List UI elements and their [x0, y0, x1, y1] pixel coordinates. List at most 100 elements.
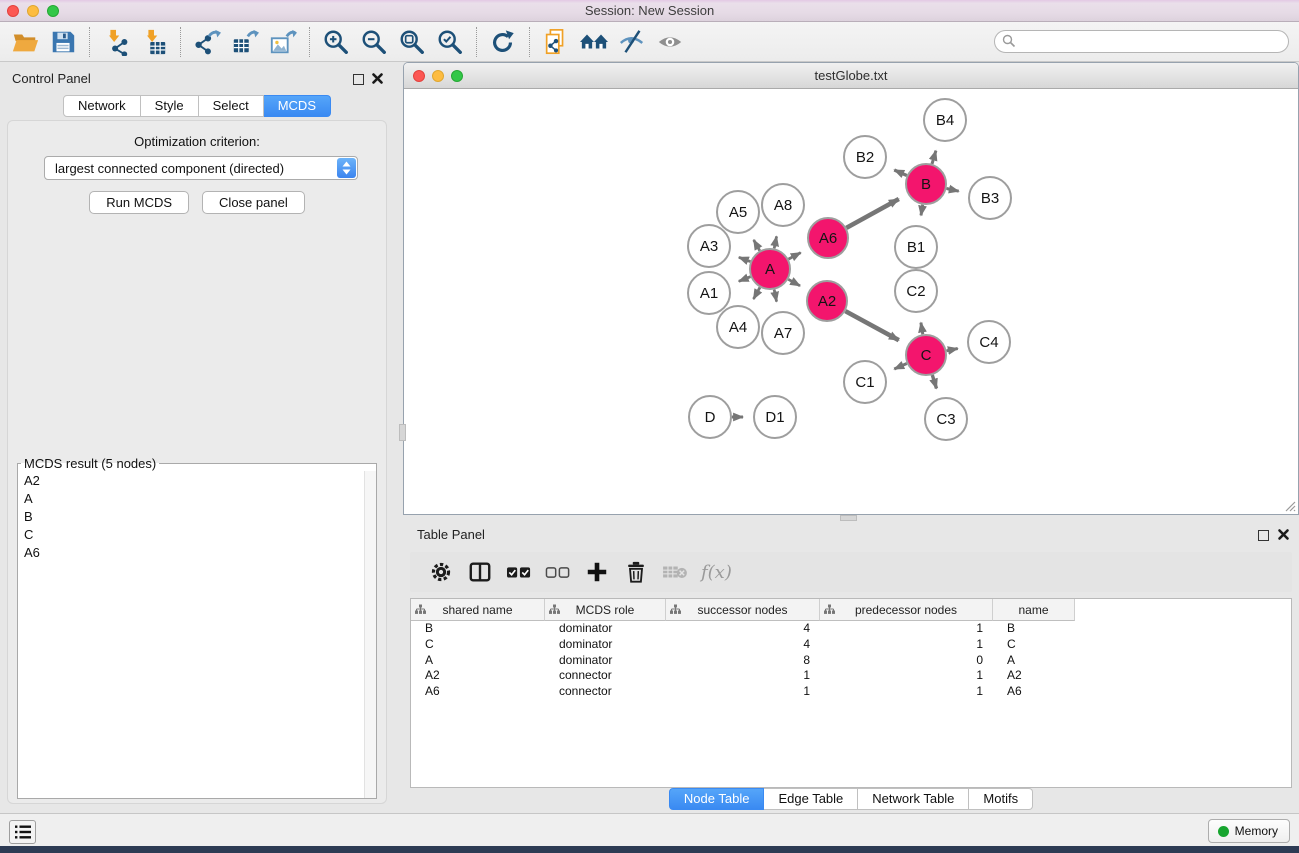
refresh-icon[interactable]: [484, 25, 522, 59]
new-network-from-selection-icon[interactable]: [537, 25, 575, 59]
table-cell[interactable]: 1: [820, 684, 993, 700]
table-cell[interactable]: A: [993, 653, 1075, 669]
column-header-mcds-role[interactable]: MCDS role: [545, 599, 666, 621]
table-cell[interactable]: 0: [820, 653, 993, 669]
float-panel-icon[interactable]: [353, 74, 364, 85]
mcds-result-item[interactable]: A: [18, 489, 364, 507]
graph-edge-B-B3[interactable]: [947, 189, 959, 192]
table-cell[interactable]: B: [411, 621, 545, 637]
close-panel-button[interactable]: Close panel: [202, 191, 305, 214]
tab-select[interactable]: Select: [199, 95, 264, 117]
table-cell[interactable]: 4: [666, 637, 820, 653]
graph-edge-C-C3[interactable]: [932, 375, 936, 389]
graph-edge-A-A7[interactable]: [774, 290, 776, 302]
graph-edge-A-A6[interactable]: [789, 253, 801, 260]
table-cell[interactable]: 1: [666, 668, 820, 684]
table-row[interactable]: Cdominator41C: [411, 637, 1291, 653]
mcds-result-item[interactable]: B: [18, 507, 364, 525]
zoom-selected-icon[interactable]: [431, 25, 469, 59]
task-history-button[interactable]: [9, 820, 36, 844]
graph-edge-A2-C[interactable]: [845, 311, 898, 340]
graph-edge-A6-B[interactable]: [846, 199, 898, 228]
graph-edge-A-A8[interactable]: [774, 236, 776, 248]
tab-motifs[interactable]: Motifs: [969, 788, 1033, 810]
graph-edge-B-B2[interactable]: [894, 170, 907, 176]
mcds-result-item[interactable]: A2: [18, 471, 364, 489]
table-row[interactable]: Bdominator41B: [411, 621, 1291, 637]
table-cell[interactable]: 1: [820, 668, 993, 684]
table-cell[interactable]: A2: [993, 668, 1075, 684]
export-image-icon[interactable]: [264, 25, 302, 59]
table-cell[interactable]: A: [411, 653, 545, 669]
close-panel-icon[interactable]: [371, 72, 384, 85]
graph-edge-A-A1[interactable]: [739, 277, 751, 282]
table-cell[interactable]: 1: [666, 684, 820, 700]
graph-edge-B-B4[interactable]: [932, 151, 936, 164]
table-cell[interactable]: A2: [411, 668, 545, 684]
add-column-icon[interactable]: [584, 559, 610, 585]
home-icon[interactable]: [575, 25, 613, 59]
table-cell[interactable]: A6: [993, 684, 1075, 700]
column-header-successor-nodes[interactable]: successor nodes: [666, 599, 820, 621]
table-cell[interactable]: 4: [666, 621, 820, 637]
table-cell[interactable]: dominator: [545, 653, 666, 669]
graph-edge-B-B1[interactable]: [921, 205, 923, 216]
float-panel-icon[interactable]: [1258, 530, 1269, 541]
graph-edge-A-A5[interactable]: [754, 240, 760, 251]
graph-edge-C-C4[interactable]: [947, 349, 958, 351]
splitter-handle[interactable]: [399, 424, 406, 441]
tab-network[interactable]: Network: [63, 95, 141, 117]
graph-edge-A-A3[interactable]: [739, 257, 751, 261]
column-header-shared-name[interactable]: shared name: [411, 599, 545, 621]
mcds-list-scrollbar[interactable]: [364, 471, 376, 798]
table-cell[interactable]: dominator: [545, 637, 666, 653]
settings-gear-icon[interactable]: [428, 559, 454, 585]
search-input[interactable]: [994, 30, 1289, 53]
table-cell[interactable]: C: [993, 637, 1075, 653]
zoom-fit-icon[interactable]: [393, 25, 431, 59]
close-panel-icon[interactable]: [1277, 528, 1290, 541]
mcds-result-item[interactable]: A6: [18, 543, 364, 561]
graph-edge-C-C2[interactable]: [921, 323, 923, 335]
table-row[interactable]: A6connector11A6: [411, 684, 1291, 700]
deselect-all-rows-icon[interactable]: [545, 559, 571, 585]
run-mcds-button[interactable]: Run MCDS: [89, 191, 189, 214]
mcds-result-item[interactable]: C: [18, 525, 364, 543]
tab-network-table[interactable]: Network Table: [858, 788, 969, 810]
table-cell[interactable]: dominator: [545, 621, 666, 637]
open-session-icon[interactable]: [6, 25, 44, 59]
import-network-icon[interactable]: [97, 25, 135, 59]
node-table[interactable]: shared nameMCDS rolesuccessor nodesprede…: [410, 598, 1292, 788]
graph-edge-C-C1[interactable]: [894, 364, 907, 370]
network-window-titlebar[interactable]: testGlobe.txt: [404, 63, 1298, 89]
zoom-out-icon[interactable]: [355, 25, 393, 59]
tab-mcds[interactable]: MCDS: [264, 95, 331, 117]
network-canvas[interactable]: B4B2BB3A8A5A6A3B1AC2A1A2A4A7C4CC1DD1C3: [404, 89, 1298, 514]
tab-style[interactable]: Style: [141, 95, 199, 117]
column-header-predecessor-nodes[interactable]: predecessor nodes: [820, 599, 993, 621]
tab-node-table[interactable]: Node Table: [669, 788, 765, 810]
export-network-icon[interactable]: [188, 25, 226, 59]
graph-edge-A-A2[interactable]: [788, 279, 800, 286]
table-cell[interactable]: 1: [820, 621, 993, 637]
table-cell[interactable]: A6: [411, 684, 545, 700]
select-all-rows-icon[interactable]: [506, 559, 532, 585]
table-cell[interactable]: C: [411, 637, 545, 653]
table-row[interactable]: Adominator80A: [411, 653, 1291, 669]
export-table-icon[interactable]: [226, 25, 264, 59]
show-panel-eye-icon[interactable]: [651, 25, 689, 59]
show-column-icon[interactable]: [467, 559, 493, 585]
table-row[interactable]: A2connector11A2: [411, 668, 1291, 684]
table-cell[interactable]: 1: [820, 637, 993, 653]
delete-column-trash-icon[interactable]: [623, 559, 649, 585]
column-header-name[interactable]: name: [993, 599, 1075, 621]
resize-grip-icon[interactable]: [1283, 499, 1296, 512]
tab-edge-table[interactable]: Edge Table: [764, 788, 858, 810]
save-session-icon[interactable]: [44, 25, 82, 59]
zoom-in-icon[interactable]: [317, 25, 355, 59]
hide-panel-eye-icon[interactable]: [613, 25, 651, 59]
table-cell[interactable]: B: [993, 621, 1075, 637]
memory-button[interactable]: Memory: [1208, 819, 1290, 843]
table-cell[interactable]: connector: [545, 684, 666, 700]
table-cell[interactable]: connector: [545, 668, 666, 684]
